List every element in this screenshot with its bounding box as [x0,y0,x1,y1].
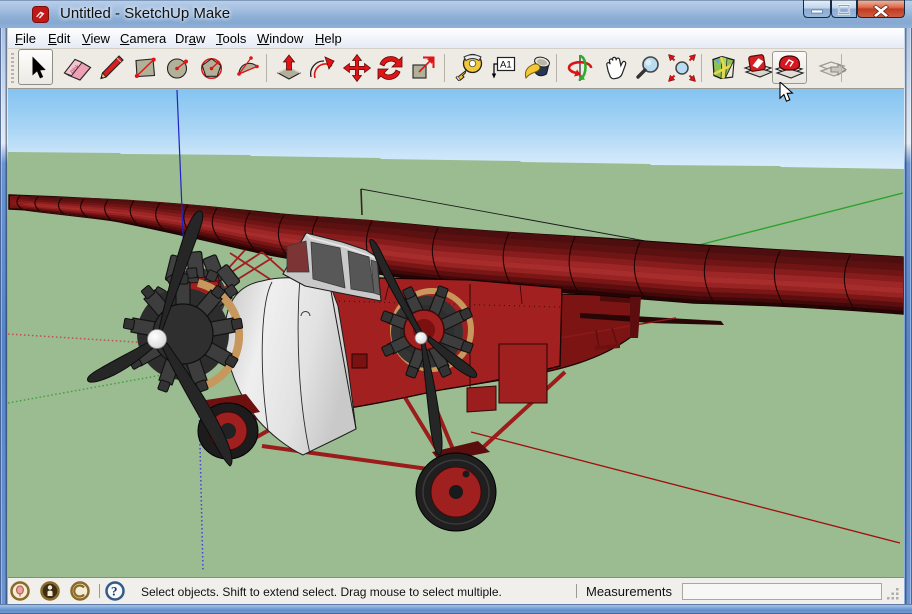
svg-text:A1: A1 [500,60,512,71]
svg-text:?: ? [111,584,118,599]
